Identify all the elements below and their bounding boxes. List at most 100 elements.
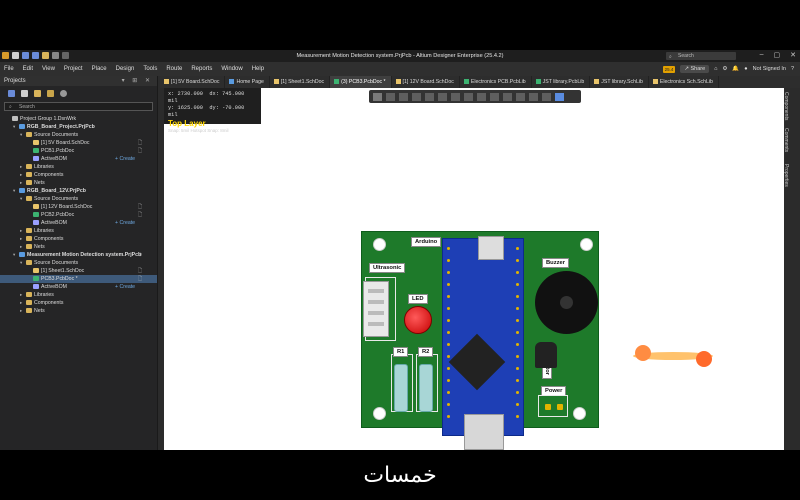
align-icon[interactable] <box>412 92 421 101</box>
tree-item[interactable]: ▸ Components <box>0 299 157 307</box>
gear-icon[interactable] <box>60 89 67 97</box>
tree-item[interactable]: ▾ Source Documents <box>0 131 157 139</box>
menu-route[interactable]: Route <box>166 66 182 72</box>
document-tab[interactable]: [1] Sheet1.SchDoc <box>270 76 331 88</box>
menu-view[interactable]: View <box>42 66 55 72</box>
tree-item[interactable]: ▸ Libraries <box>0 227 157 235</box>
text-icon[interactable] <box>490 92 499 101</box>
user-label[interactable]: Not Signed In <box>753 66 786 72</box>
menu-tools[interactable]: Tools <box>143 66 157 72</box>
pcb-editor-canvas[interactable]: x: 2730.000 dx: 745.000 mil y: 1625.000 … <box>164 88 784 450</box>
document-status-icon: 🗋 <box>138 148 143 154</box>
menu-design[interactable]: Design <box>116 66 135 72</box>
filter-icon[interactable] <box>373 92 382 101</box>
maximize-icon[interactable]: ▢ <box>774 51 781 59</box>
tree-item[interactable]: ▾ Source Documents <box>0 259 157 267</box>
user-icon[interactable]: ● <box>744 66 747 72</box>
keepout-icon[interactable] <box>529 92 538 101</box>
menu-reports[interactable]: Reports <box>191 66 212 72</box>
document-tab[interactable]: [1] 12V Board.SchDoc <box>392 76 460 88</box>
led-component[interactable] <box>404 306 432 334</box>
tree-item[interactable]: PCB2.PcbDoc 🗋 <box>0 211 157 219</box>
tree-item[interactable]: ▾ RGB_Board_Project.PrjPcb <box>0 123 157 131</box>
tree-item[interactable]: PCB3.PcbDoc * 🗋 <box>0 275 157 283</box>
power-connector[interactable] <box>538 395 568 417</box>
side-panel-tab[interactable]: Comments <box>783 128 789 152</box>
folder-icon[interactable] <box>47 89 54 97</box>
tree-item[interactable]: ▾ RGB_Board_12V.PrjPcb <box>0 187 157 195</box>
create-bom-link[interactable]: + Create <box>115 219 135 227</box>
share-button[interactable]: ↗ Share <box>680 65 710 73</box>
ultrasonic-connector[interactable] <box>363 281 389 337</box>
open-document-icon[interactable] <box>21 89 28 97</box>
version-badge[interactable]: 25.4 <box>662 65 676 73</box>
menu-window[interactable]: Window <box>221 66 242 72</box>
menu-project[interactable]: Project <box>64 66 83 72</box>
tree-item[interactable]: ▸ Libraries <box>0 291 157 299</box>
menu-place[interactable]: Place <box>92 66 107 72</box>
tree-item[interactable]: PCB1.PcbDoc 🗋 <box>0 147 157 155</box>
polygon-icon[interactable] <box>477 92 486 101</box>
header-pin <box>516 247 519 250</box>
panel-search-input[interactable]: ⌕ Search <box>4 102 153 111</box>
probe-icon[interactable] <box>542 92 551 101</box>
document-tab[interactable]: Electronics PCB.PcbLib <box>460 76 532 88</box>
line-icon[interactable] <box>503 92 512 101</box>
tree-item[interactable]: ▸ Libraries <box>0 163 157 171</box>
tree-item[interactable]: [1] 5V Board.SchDoc 🗋 <box>0 139 157 147</box>
open-folder-icon[interactable] <box>34 89 41 97</box>
close-icon[interactable]: ✕ <box>790 51 796 59</box>
tree-item[interactable]: ActiveBOM + Create <box>0 219 157 227</box>
tree-item[interactable]: ActiveBOM + Create <box>0 283 157 291</box>
transistor-component[interactable] <box>535 342 557 368</box>
tree-item[interactable]: Project Group 1.DsnWrk <box>0 115 157 123</box>
global-search-input[interactable]: ⌕ Search <box>666 52 736 60</box>
minimize-icon[interactable]: – <box>760 51 764 59</box>
via-icon[interactable] <box>464 92 473 101</box>
create-bom-link[interactable]: + Create <box>115 155 135 163</box>
icsp-header[interactable] <box>478 236 504 260</box>
tree-item[interactable]: ▾ Source Documents <box>0 195 157 203</box>
side-panel-tab[interactable]: Components <box>783 92 789 120</box>
document-tab[interactable]: JST library.PcbLib <box>532 76 591 88</box>
tree-item[interactable]: ActiveBOM + Create <box>0 155 157 163</box>
diff-pair-icon[interactable] <box>451 92 460 101</box>
document-tab[interactable]: Home Page <box>225 76 270 88</box>
tree-item[interactable]: ▾ Measurement Motion Detection system.Prj… <box>0 251 157 259</box>
save-project-icon[interactable] <box>8 89 15 97</box>
move-icon[interactable] <box>386 92 395 101</box>
notifications-icon[interactable]: 🔔 <box>732 66 739 72</box>
menu-help[interactable]: Help <box>252 66 264 72</box>
document-tab[interactable]: [1] 5V Board.SchDoc <box>160 76 226 88</box>
layer-icon[interactable] <box>555 92 564 101</box>
select-icon[interactable] <box>399 92 408 101</box>
resistor-r1[interactable] <box>394 364 408 412</box>
tree-item[interactable]: [1] 12V Board.SchDoc 🗋 <box>0 203 157 211</box>
tree-item[interactable]: [1] Sheet1.SchDoc 🗋 <box>0 267 157 275</box>
document-tab[interactable]: (3) PCB3.PcbDoc * <box>330 76 392 88</box>
help-icon[interactable]: ? <box>791 66 794 72</box>
panel-controls[interactable]: ▾ ⊞ ✕ <box>122 77 153 84</box>
route-icon[interactable] <box>438 92 447 101</box>
tab-label: Electronics PCB.PcbLib <box>470 79 526 85</box>
arduino-nano-component[interactable] <box>442 238 524 436</box>
tree-item[interactable]: ▸ Nets <box>0 307 157 315</box>
tree-item[interactable]: ▸ Components <box>0 171 157 179</box>
buzzer-component[interactable] <box>535 271 598 334</box>
place-component-icon[interactable] <box>425 92 434 101</box>
tree-item[interactable]: ▸ Nets <box>0 179 157 187</box>
document-tab[interactable]: JST library.SchLib <box>590 76 649 88</box>
tree-item[interactable]: ▸ Nets <box>0 243 157 251</box>
document-tab[interactable]: Electronics Sch.SchLib <box>649 76 719 88</box>
usb-connector[interactable] <box>464 414 504 450</box>
resistor-r2[interactable] <box>419 364 433 412</box>
menu-file[interactable]: File <box>4 66 14 72</box>
create-bom-link[interactable]: + Create <box>115 283 135 291</box>
home-icon[interactable]: ⌂ <box>714 66 717 72</box>
settings-icon[interactable]: ⚙ <box>722 66 727 72</box>
side-panel-tab[interactable]: Properties <box>783 164 789 187</box>
tree-item[interactable]: ▸ Components <box>0 235 157 243</box>
menu-edit[interactable]: Edit <box>23 66 33 72</box>
header-pin <box>516 271 519 274</box>
dimension-icon[interactable] <box>516 92 525 101</box>
